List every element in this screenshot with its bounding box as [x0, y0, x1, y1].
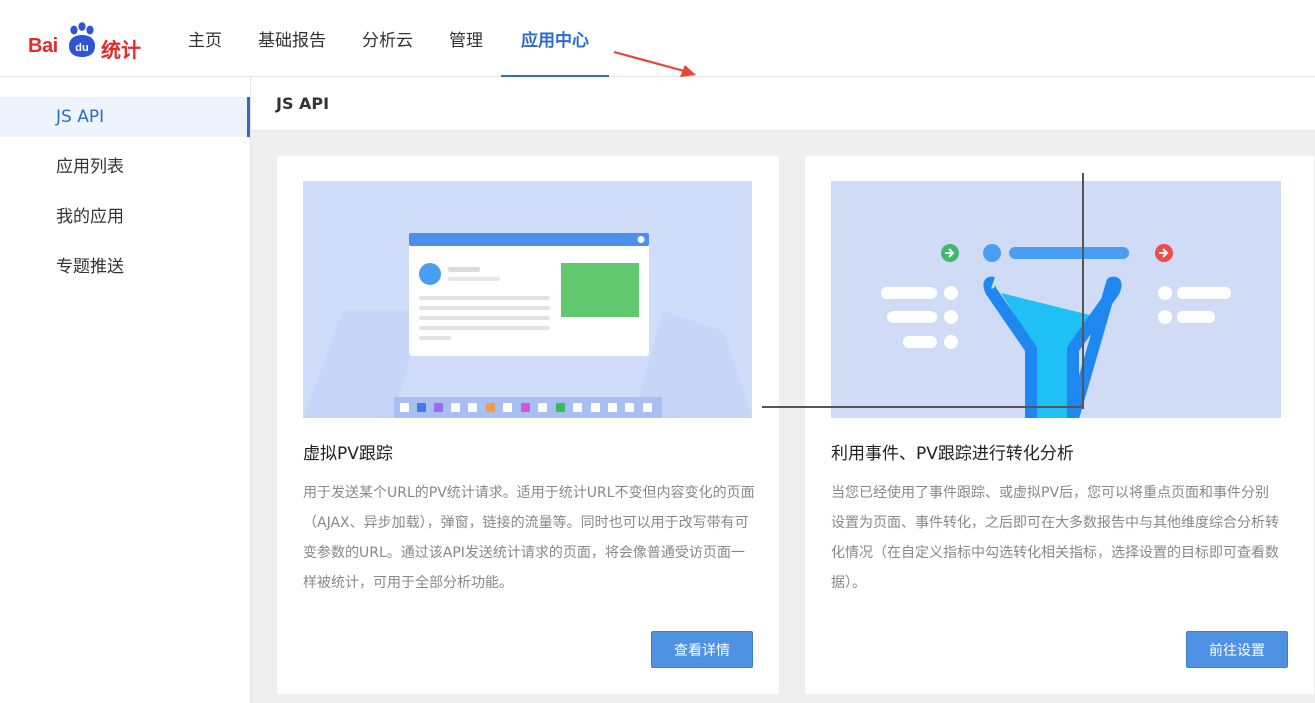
logo-text-du: du	[75, 42, 88, 54]
sidebar-item-app-list[interactable]: 应用列表	[0, 147, 250, 187]
nav-item-app-center[interactable]: 应用中心	[501, 0, 609, 78]
annotation-arrow-icon	[613, 50, 696, 77]
nav-item-analysis-cloud[interactable]: 分析云	[344, 0, 431, 77]
card-description: 当您已经使用了事件跟踪、或虚拟PV后，您可以将重点页面和事件分别设置为页面、事件…	[831, 485, 1279, 591]
main-nav: 主页 基础报告 分析云 管理 应用中心	[170, 0, 609, 78]
funnel-illustration	[831, 181, 1281, 418]
page-title: JS API	[251, 77, 1315, 131]
sidebar-item-topic-push[interactable]: 专题推送	[0, 247, 250, 287]
overlay-divider-line	[1082, 173, 1084, 409]
virtual-pv-illustration	[303, 181, 752, 418]
nav-item-manage[interactable]: 管理	[431, 0, 501, 77]
view-details-button[interactable]: 查看详情	[651, 631, 753, 668]
go-to-settings-button[interactable]: 前往设置	[1186, 631, 1288, 668]
sidebar-item-my-apps[interactable]: 我的应用	[0, 197, 250, 237]
main-content: JS API 虚拟PV跟踪 用于发送某个URL的PV统计请求。适用于统计URL不…	[251, 77, 1315, 703]
card-description: 用于发送某个URL的PV统计请求。适用于统计URL不变但内容变化的页面（AJAX…	[303, 485, 755, 591]
overlay-divider-line	[762, 406, 1084, 408]
nav-item-basic-report[interactable]: 基础报告	[240, 0, 344, 77]
card-title: 利用事件、PV跟踪进行转化分析	[831, 444, 1074, 464]
sidebar-item-js-api[interactable]: JS API	[0, 97, 250, 137]
sidebar: JS API 应用列表 我的应用 专题推送	[0, 77, 251, 703]
card-virtual-pv: 虚拟PV跟踪 用于发送某个URL的PV统计请求。适用于统计URL不变但内容变化的…	[277, 156, 779, 694]
logo-text-stat: 统计	[101, 38, 141, 62]
logo-text-bai: Bai	[28, 35, 58, 57]
card-title: 虚拟PV跟踪	[303, 444, 393, 464]
top-bar: Bai du 统计 主页 基础报告 分析云 管理 应用中心	[0, 0, 1315, 78]
card-conversion-analysis: 利用事件、PV跟踪进行转化分析 当您已经使用了事件跟踪、或虚拟PV后，您可以将重…	[805, 156, 1314, 694]
nav-item-home[interactable]: 主页	[170, 0, 240, 77]
baidu-paw-icon: du	[69, 22, 95, 57]
baidu-tongji-logo[interactable]: Bai du 统计	[28, 22, 143, 62]
